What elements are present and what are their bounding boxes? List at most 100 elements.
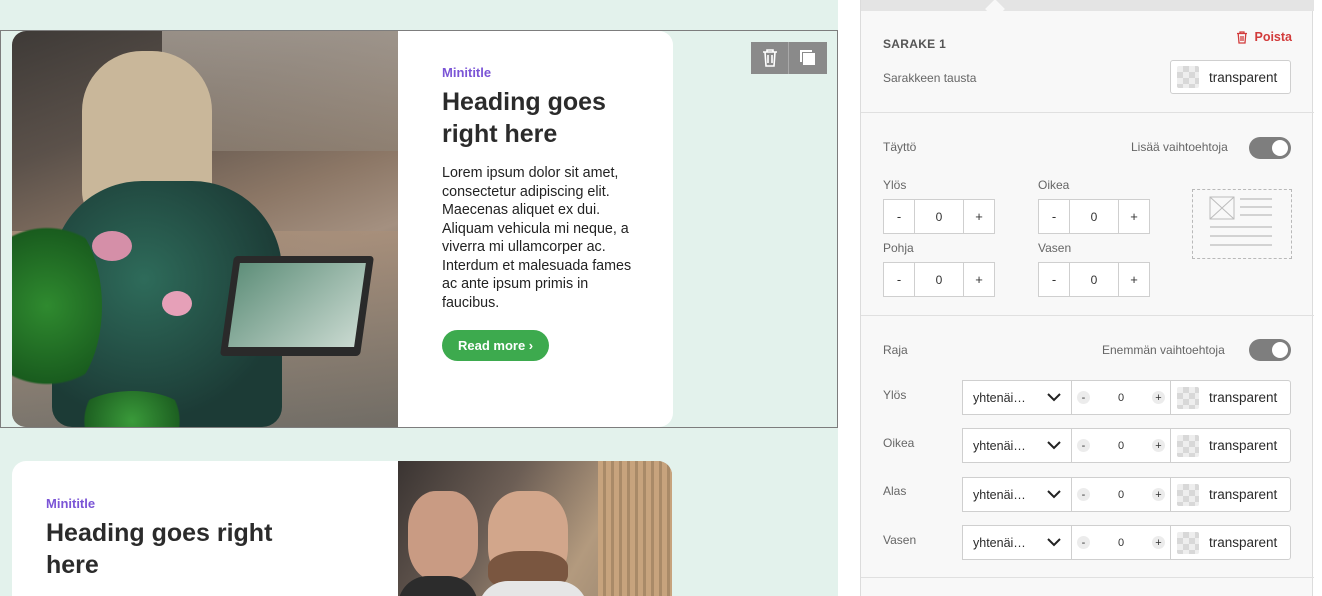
padding-bottom-decrement[interactable]: - — [884, 263, 914, 296]
card-2-heading[interactable]: Heading goes right here — [46, 517, 296, 581]
border-left-width-stepper[interactable]: - 0 + — [1072, 525, 1170, 560]
settings-panel: SARAKE 1 Poista Sarakkeen tausta transpa… — [860, 0, 1314, 596]
padding-right-stepper[interactable]: - 0 + — [1038, 199, 1150, 234]
border-left-increment[interactable]: + — [1152, 536, 1165, 549]
padding-bottom-label: Pohja — [883, 241, 914, 255]
border-left-label: Vasen — [883, 533, 917, 547]
border-bottom-color-picker[interactable]: transparent — [1170, 477, 1291, 512]
border-left-color-picker[interactable]: transparent — [1170, 525, 1291, 560]
border-right-increment[interactable]: + — [1152, 439, 1165, 452]
border-top-increment[interactable]: + — [1152, 391, 1165, 404]
border-bottom-style-select[interactable]: yhtenäi… — [962, 477, 1072, 512]
delete-column-button[interactable]: Poista — [1236, 30, 1292, 44]
duplicate-row-button[interactable] — [789, 42, 827, 74]
padding-title: Täyttö — [883, 140, 917, 154]
border-bottom-decrement[interactable]: - — [1077, 488, 1090, 501]
card-image-woman-laptop[interactable] — [12, 31, 398, 427]
chevron-down-icon — [1047, 393, 1061, 402]
border-left-style-value: yhtenäi… — [973, 535, 1026, 550]
border-right-row: yhtenäi… - 0 + transparent — [962, 428, 1291, 463]
padding-top-stepper[interactable]: - 0 + — [883, 199, 995, 234]
border-more-options-toggle[interactable] — [1249, 339, 1291, 361]
padding-left-increment[interactable]: + — [1119, 263, 1149, 296]
border-left-row: yhtenäi… - 0 + transparent — [962, 525, 1291, 560]
border-right-width-value[interactable]: 0 — [1118, 440, 1124, 452]
panel-top-bar — [861, 0, 1314, 11]
border-top-row: yhtenäi… - 0 + transparent — [962, 380, 1291, 415]
border-right-color-picker[interactable]: transparent — [1170, 428, 1291, 463]
card-2-content: Minititle Heading goes right here — [46, 496, 296, 581]
transparent-swatch-icon — [1177, 531, 1199, 554]
padding-top-increment[interactable]: + — [964, 200, 994, 233]
border-bottom-style-value: yhtenäi… — [973, 487, 1026, 502]
chevron-down-icon — [1047, 538, 1061, 547]
border-title: Raja — [883, 343, 908, 357]
border-left-decrement[interactable]: - — [1077, 536, 1090, 549]
border-bottom-color-value: transparent — [1209, 487, 1278, 502]
card-image-two-men[interactable] — [398, 461, 672, 596]
column-background-label: Sarakkeen tausta — [883, 71, 977, 85]
border-bottom-width-value[interactable]: 0 — [1118, 489, 1124, 501]
border-bottom-increment[interactable]: + — [1152, 488, 1165, 501]
column-section: SARAKE 1 Poista Sarakkeen tausta transpa… — [861, 11, 1314, 113]
border-right-style-value: yhtenäi… — [973, 438, 1026, 453]
padding-left-stepper[interactable]: - 0 + — [1038, 262, 1150, 297]
padding-more-options-toggle[interactable] — [1249, 137, 1291, 159]
read-more-button[interactable]: Read more › — [442, 330, 550, 361]
card-1-heading[interactable]: Heading goes right here — [442, 86, 642, 150]
padding-top-decrement[interactable]: - — [884, 200, 914, 233]
column-background-value: transparent — [1209, 69, 1278, 85]
border-top-style-value: yhtenäi… — [973, 390, 1026, 405]
border-bottom-label: Alas — [883, 484, 907, 498]
transparent-swatch-icon — [1177, 66, 1199, 88]
padding-right-label: Oikea — [1038, 178, 1070, 192]
column-title: SARAKE 1 — [883, 37, 947, 51]
padding-more-options-label: Lisää vaihtoehtoja — [1131, 140, 1228, 154]
padding-top-value[interactable]: 0 — [914, 200, 964, 233]
content-card-1[interactable]: Minititle Heading goes right here Lorem … — [12, 31, 673, 427]
delete-row-button[interactable] — [751, 42, 789, 74]
card-1-body-text[interactable]: Lorem ipsum dolor sit amet, consectetur … — [442, 164, 642, 312]
card-2-minititle[interactable]: Minititle — [46, 496, 296, 511]
padding-section: Täyttö Lisää vaihtoehtoja Ylös - 0 + Oik… — [861, 113, 1314, 316]
border-left-style-select[interactable]: yhtenäi… — [962, 525, 1072, 560]
border-right-color-value: transparent — [1209, 438, 1278, 453]
transparent-swatch-icon — [1177, 434, 1199, 457]
border-left-width-value[interactable]: 0 — [1118, 537, 1124, 549]
padding-right-increment[interactable]: + — [1119, 200, 1149, 233]
padding-bottom-value[interactable]: 0 — [914, 263, 964, 296]
border-bottom-width-stepper[interactable]: - 0 + — [1072, 477, 1170, 512]
border-top-color-value: transparent — [1209, 390, 1278, 405]
padding-right-value[interactable]: 0 — [1069, 200, 1119, 233]
delete-column-label: Poista — [1254, 30, 1292, 44]
padding-left-label: Vasen — [1038, 241, 1072, 255]
padding-right-decrement[interactable]: - — [1039, 200, 1069, 233]
email-canvas: Minititle Heading goes right here Lorem … — [0, 0, 838, 596]
border-top-label: Ylös — [883, 388, 907, 402]
border-top-width-value[interactable]: 0 — [1118, 392, 1124, 404]
border-left-color-value: transparent — [1209, 535, 1278, 550]
border-top-style-select[interactable]: yhtenäi… — [962, 380, 1072, 415]
padding-top-label: Ylös — [883, 178, 907, 192]
copy-icon — [800, 50, 815, 65]
border-more-options-label: Enemmän vaihtoehtoja — [1102, 343, 1225, 357]
row-toolbox — [751, 42, 827, 74]
border-top-width-stepper[interactable]: - 0 + — [1072, 380, 1170, 415]
padding-left-value[interactable]: 0 — [1069, 263, 1119, 296]
content-card-2[interactable]: Minititle Heading goes right here — [12, 461, 672, 596]
padding-bottom-increment[interactable]: + — [964, 263, 994, 296]
card-1-minititle[interactable]: Minititle — [442, 65, 642, 80]
border-right-style-select[interactable]: yhtenäi… — [962, 428, 1072, 463]
border-top-decrement[interactable]: - — [1077, 391, 1090, 404]
border-top-color-picker[interactable]: transparent — [1170, 380, 1291, 415]
chevron-down-icon — [1047, 441, 1061, 450]
chevron-down-icon — [1047, 490, 1061, 499]
padding-bottom-stepper[interactable]: - 0 + — [883, 262, 995, 297]
padding-preview-icon — [1192, 189, 1292, 259]
border-right-decrement[interactable]: - — [1077, 439, 1090, 452]
column-background-color-picker[interactable]: transparent — [1170, 60, 1291, 94]
padding-left-decrement[interactable]: - — [1039, 263, 1069, 296]
transparent-swatch-icon — [1177, 386, 1199, 409]
border-section: Raja Enemmän vaihtoehtoja Ylös yhtenäi… … — [861, 316, 1314, 578]
border-right-width-stepper[interactable]: - 0 + — [1072, 428, 1170, 463]
